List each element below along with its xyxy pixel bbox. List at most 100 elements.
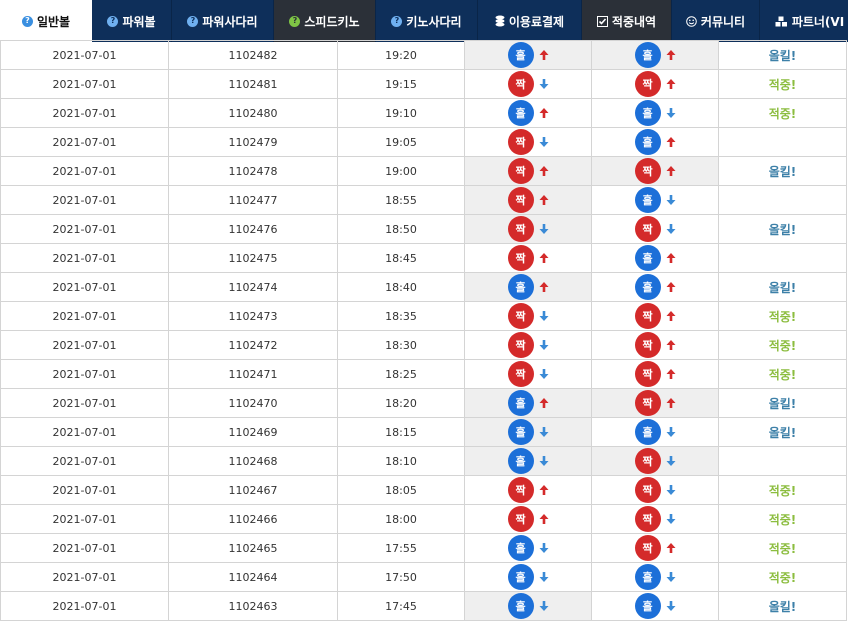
nav-tab-label: 일반볼: [36, 14, 71, 29]
even-ball: 짝: [507, 129, 534, 155]
nav-tab-label: 파워볼: [122, 14, 156, 29]
arrow-up-icon: [666, 368, 676, 380]
hit-label: 적중!: [768, 338, 797, 353]
cell-round: 1102463: [168, 591, 338, 621]
result-cell: 적중!: [718, 98, 847, 128]
table-row: 2021-07-01 1102482 19:20 홀 홀 올킬!: [0, 40, 847, 70]
odd-ball: 홀: [634, 129, 661, 155]
even-ball: 짝: [634, 71, 661, 97]
result-cell: 올킬!: [718, 388, 847, 418]
odd-ball: 홀: [507, 390, 534, 416]
odd-ball: 홀: [634, 187, 661, 213]
cell-time: 18:50: [337, 214, 465, 244]
cell-round: 1102474: [168, 272, 338, 302]
pick-b-cell: 짝: [591, 69, 719, 99]
odd-ball: 홀: [507, 100, 534, 126]
pick-a-cell: 홀: [464, 591, 592, 621]
pick-a-cell: 홀: [464, 533, 592, 563]
cell-date: 2021-07-01: [0, 243, 169, 273]
pick-b-cell: 짝: [591, 301, 719, 331]
table-row: 2021-07-01 1102473 18:35 짝 짝 적중!: [0, 301, 847, 331]
cell-round: 1102479: [168, 127, 338, 157]
pick-a-cell: 홀: [464, 40, 592, 70]
odd-ball: 홀: [634, 100, 661, 126]
pick-a-cell: 짝: [464, 214, 592, 244]
pick-b-cell: 짝: [591, 156, 719, 186]
nav-tab[interactable]: 커뮤니티: [672, 0, 760, 42]
arrow-up-icon: [539, 194, 549, 206]
table-row: 2021-07-01 1102472 18:30 짝 짝 적중!: [0, 330, 847, 360]
hit-label: 적중!: [768, 309, 797, 324]
pick-b-cell: 짝: [591, 214, 719, 244]
cell-round: 1102464: [168, 562, 338, 592]
hit-label: 적중!: [768, 77, 797, 92]
table-row: 2021-07-01 1102479 19:05 짝 홀: [0, 127, 847, 157]
odd-ball: 홀: [507, 419, 534, 445]
arrow-down-icon: [539, 426, 549, 438]
cell-round: 1102472: [168, 330, 338, 360]
table-row: 2021-07-01 1102480 19:10 홀 홀 적중!: [0, 98, 847, 128]
cell-time: 17:45: [337, 591, 465, 621]
hit-label: 적중!: [768, 570, 797, 585]
odd-ball: 홀: [634, 593, 661, 619]
odd-ball: 홀: [634, 245, 661, 271]
cell-time: 18:40: [337, 272, 465, 302]
table-row: 2021-07-01 1102470 18:20 홀 짝 올킬!: [0, 388, 847, 418]
pick-b-cell: 짝: [591, 330, 719, 360]
arrow-up-icon: [666, 252, 676, 264]
pick-b-cell: 홀: [591, 272, 719, 302]
table-row: 2021-07-01 1102477 18:55 짝 홀: [0, 185, 847, 215]
pick-b-cell: 홀: [591, 185, 719, 215]
even-ball: 짝: [634, 506, 661, 532]
cell-time: 19:05: [337, 127, 465, 157]
cell-round: 1102471: [168, 359, 338, 389]
pick-b-cell: 홀: [591, 98, 719, 128]
arrow-up-icon: [666, 542, 676, 554]
table-row: 2021-07-01 1102463 17:45 홀 홀 올킬!: [0, 591, 847, 621]
arrow-down-icon: [666, 426, 676, 438]
cell-round: 1102482: [168, 40, 338, 70]
nav-tab[interactable]: 적중내역: [582, 0, 672, 42]
nav-tab[interactable]: ? 키노사다리: [376, 0, 478, 42]
smile-icon: [686, 15, 697, 27]
result-cell: [718, 446, 847, 476]
nav-tab-label: 키노사다리: [406, 14, 462, 29]
even-ball: 짝: [507, 506, 534, 532]
pick-a-cell: 짝: [464, 156, 592, 186]
pick-a-cell: 짝: [464, 301, 592, 331]
nav-tab[interactable]: ? 파워볼: [92, 0, 172, 42]
even-ball: 짝: [634, 477, 661, 503]
pick-b-cell: 짝: [591, 359, 719, 389]
odd-ball: 홀: [634, 274, 661, 300]
cell-time: 18:20: [337, 388, 465, 418]
even-ball: 짝: [634, 390, 661, 416]
result-cell: 적중!: [718, 504, 847, 534]
nav-tab[interactable]: 이용료결제: [478, 0, 582, 42]
table-row: 2021-07-01 1102471 18:25 짝 짝 적중!: [0, 359, 847, 389]
arrow-down-icon: [539, 542, 549, 554]
even-ball: 짝: [507, 245, 534, 271]
nav-tab[interactable]: ? 스피드키노: [274, 0, 376, 42]
result-cell: 올킬!: [718, 272, 847, 302]
nav-tab[interactable]: ? 일반볼: [0, 0, 92, 42]
cell-time: 18:15: [337, 417, 465, 447]
cell-date: 2021-07-01: [0, 388, 169, 418]
result-cell: 적중!: [718, 69, 847, 99]
pick-b-cell: 짝: [591, 475, 719, 505]
table-row: 2021-07-01 1102474 18:40 홀 홀 올킬!: [0, 272, 847, 302]
arrow-down-icon: [539, 78, 549, 90]
arrow-up-icon: [539, 107, 549, 119]
result-cell: 적중!: [718, 359, 847, 389]
result-cell: 올킬!: [718, 214, 847, 244]
pick-b-cell: 짝: [591, 504, 719, 534]
even-ball: 짝: [507, 332, 534, 358]
pick-a-cell: 홀: [464, 446, 592, 476]
even-ball: 짝: [634, 216, 661, 242]
cell-date: 2021-07-01: [0, 475, 169, 505]
table-row: 2021-07-01 1102466 18:00 짝 짝 적중!: [0, 504, 847, 534]
arrow-up-icon: [539, 165, 549, 177]
table-row: 2021-07-01 1102481 19:15 짝 짝 적중!: [0, 69, 847, 99]
nav-tab[interactable]: 파트너(VI: [760, 0, 848, 42]
nav-tab[interactable]: ? 파워사다리: [172, 0, 274, 42]
hit-label: 적중!: [768, 512, 797, 527]
